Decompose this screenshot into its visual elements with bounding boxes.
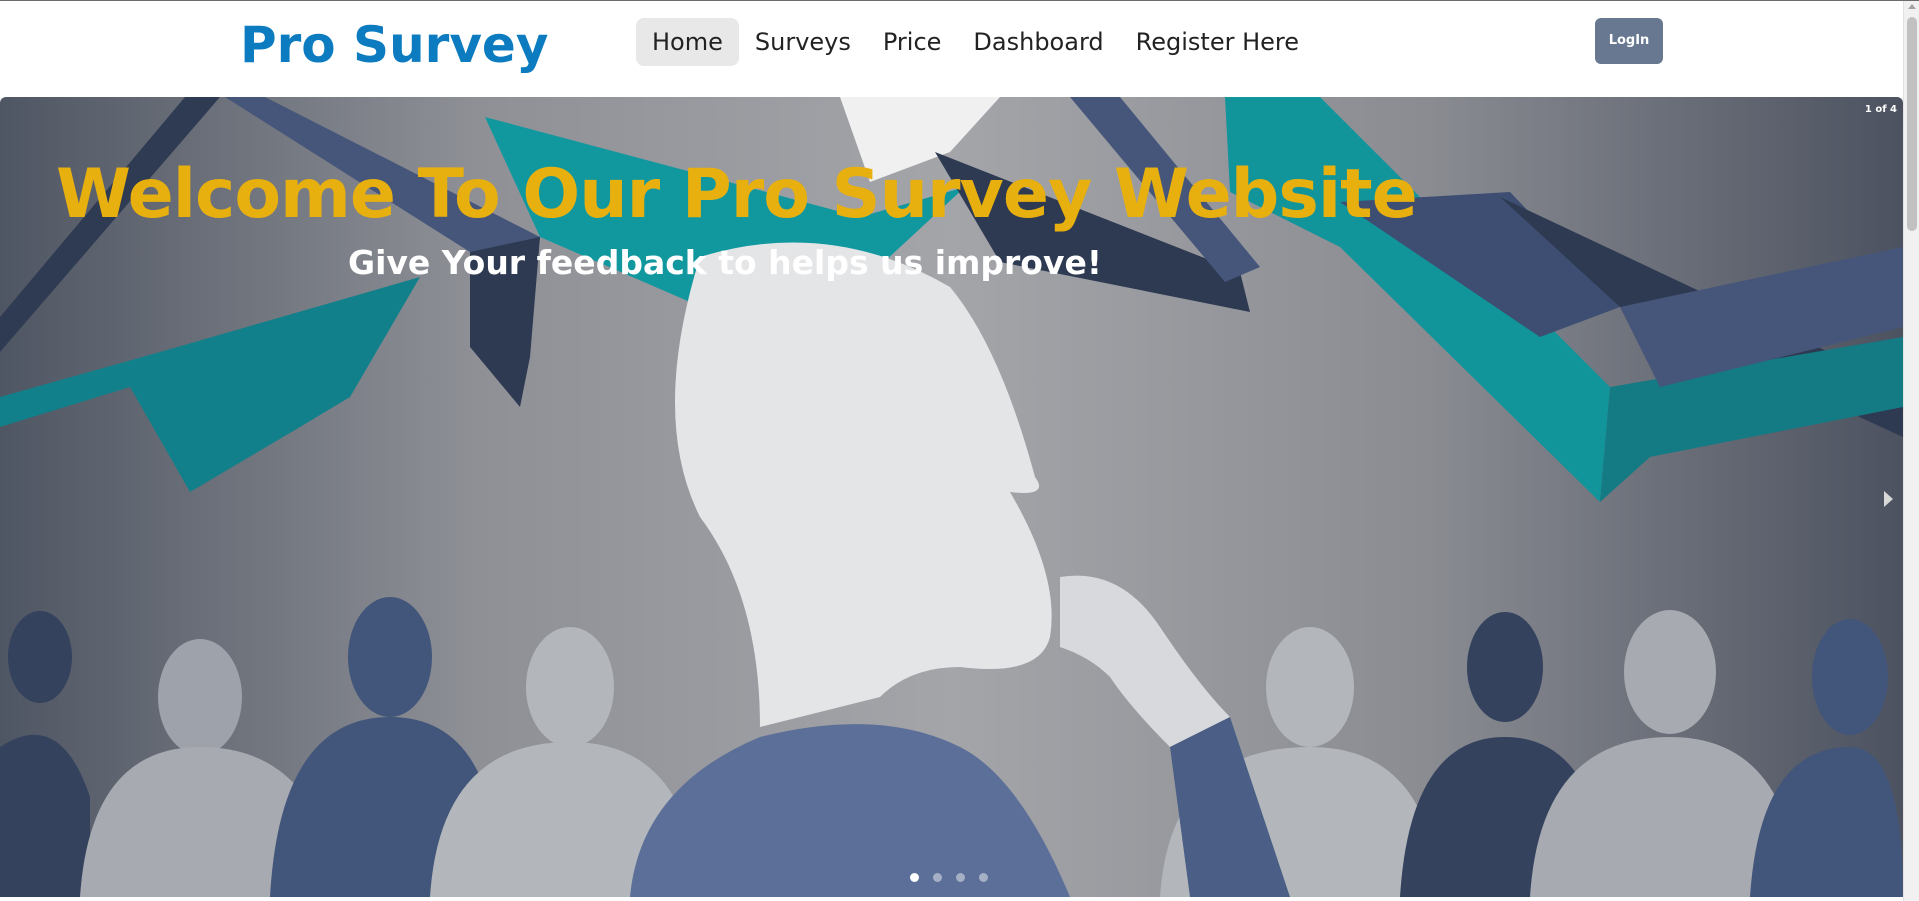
nav-item-surveys[interactable]: Surveys bbox=[739, 18, 867, 66]
hero-carousel: 1 of 4 Welcome To Our Pro Survey Website… bbox=[0, 97, 1903, 897]
person-head bbox=[348, 597, 432, 717]
hero-title: Welcome To Our Pro Survey Website bbox=[56, 155, 1418, 234]
nav-item-dashboard[interactable]: Dashboard bbox=[957, 18, 1119, 66]
brand-logo[interactable]: Pro Survey bbox=[240, 13, 548, 77]
page: Pro Survey Home Surveys Price Dashboard … bbox=[0, 0, 1919, 901]
nav-item-price[interactable]: Price bbox=[867, 18, 958, 66]
carousel-indicators bbox=[910, 873, 988, 882]
main-nav: Home Surveys Price Dashboard Register He… bbox=[636, 18, 1315, 66]
nav-item-home[interactable]: Home bbox=[636, 18, 739, 66]
person-head bbox=[1467, 612, 1543, 722]
nav-item-register[interactable]: Register Here bbox=[1120, 18, 1315, 66]
thinker-head bbox=[675, 242, 1052, 728]
person-head bbox=[8, 611, 72, 703]
carousel-dot-4[interactable] bbox=[979, 873, 988, 882]
login-button[interactable]: LogIn bbox=[1595, 18, 1663, 64]
thinker-hand bbox=[1060, 575, 1230, 747]
person-head bbox=[526, 627, 614, 747]
person-body bbox=[1750, 747, 1903, 897]
person-head bbox=[1624, 610, 1716, 734]
carousel-next-icon[interactable] bbox=[1884, 491, 1893, 507]
carousel-dot-3[interactable] bbox=[956, 873, 965, 882]
hero-subtitle: Give Your feedback to helps us improve! bbox=[348, 243, 1102, 282]
carousel-dot-2[interactable] bbox=[933, 873, 942, 882]
thinker-body bbox=[630, 724, 1070, 897]
scrollbar-thumb[interactable] bbox=[1907, 17, 1917, 231]
ribbon-shape bbox=[0, 277, 420, 492]
scroll-up-icon[interactable] bbox=[1908, 4, 1916, 9]
person-head bbox=[1266, 627, 1354, 747]
person-body bbox=[0, 734, 90, 897]
navbar: Pro Survey Home Surveys Price Dashboard … bbox=[0, 1, 1900, 97]
slide-counter: 1 of 4 bbox=[1864, 104, 1897, 115]
person-head bbox=[1812, 619, 1888, 735]
carousel-dot-1[interactable] bbox=[910, 873, 919, 882]
page-scrollbar[interactable] bbox=[1903, 1, 1919, 901]
person-head bbox=[158, 639, 242, 755]
